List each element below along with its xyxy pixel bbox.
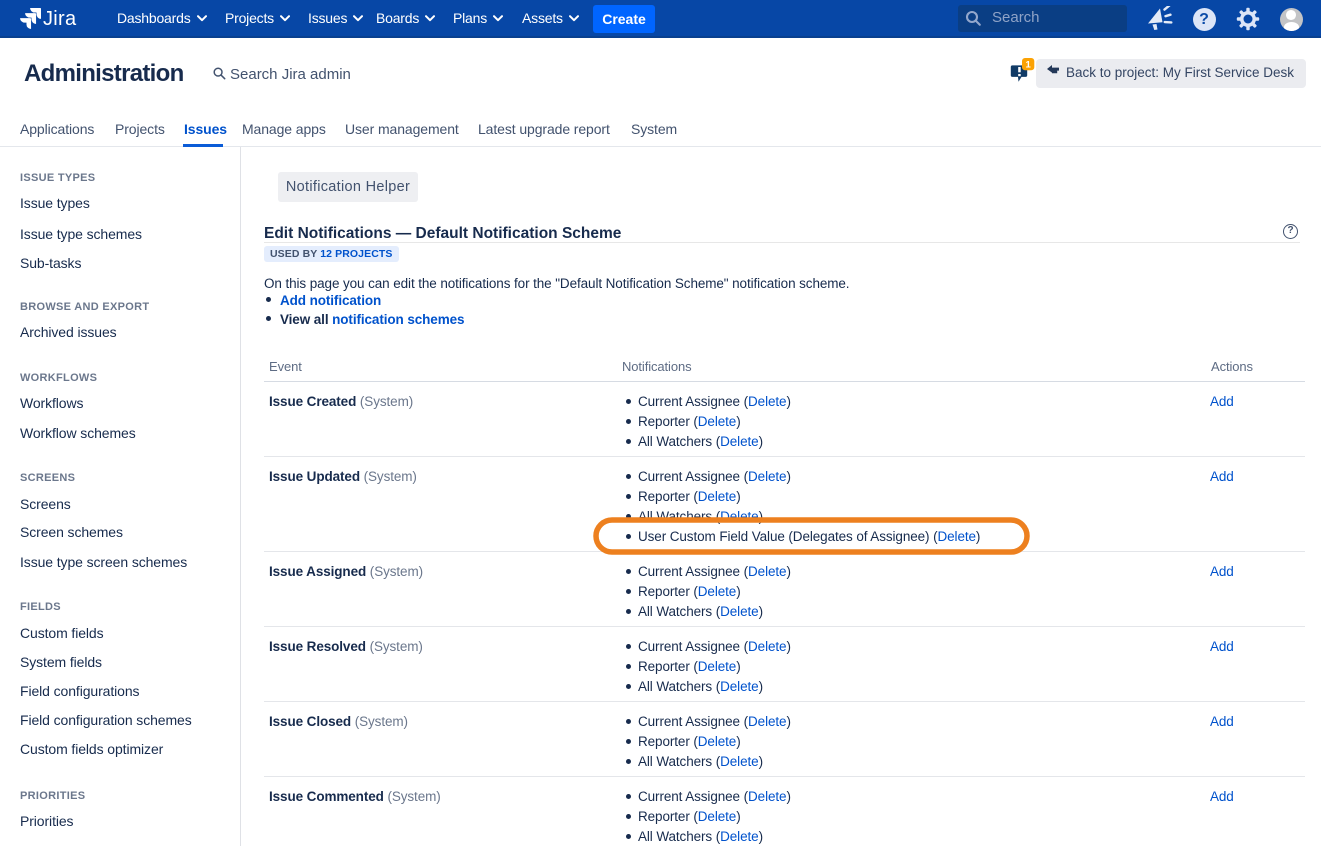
- svg-text:1: 1: [1026, 60, 1032, 71]
